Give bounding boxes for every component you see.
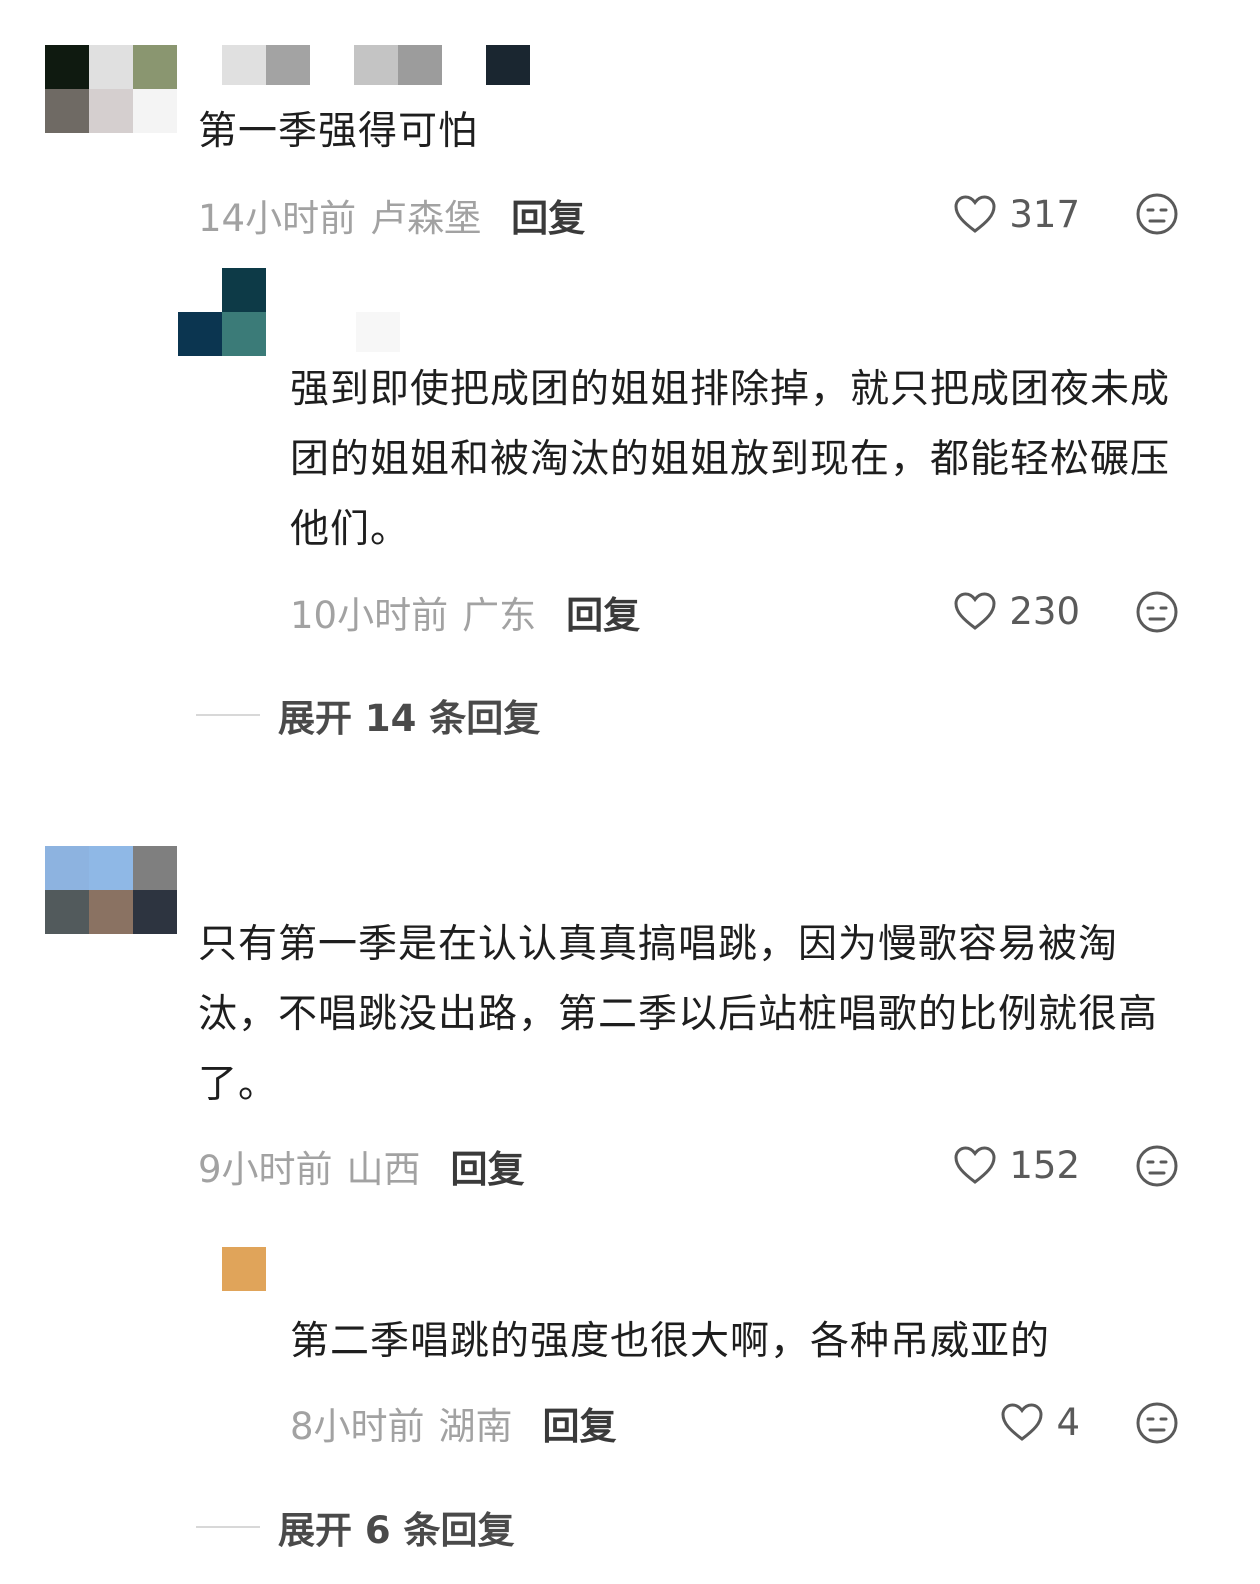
like-button[interactable]: 230 [940, 586, 1080, 636]
like-count: 4 [1056, 1400, 1080, 1444]
like-button[interactable]: 152 [940, 1140, 1080, 1190]
comment-text: 第二季唱跳的强度也很大啊，各种吊威亚的 [290, 1319, 1051, 1364]
name-pixel [486, 45, 530, 85]
comment-meta: 10小时前 广东 回复 [290, 587, 640, 637]
heart-icon [1001, 1403, 1043, 1441]
divider-line [196, 714, 260, 716]
avatar-pixel [45, 89, 89, 133]
name-pixel [398, 45, 442, 85]
comment-location: 山西 [346, 1148, 421, 1191]
avatar[interactable] [45, 846, 177, 934]
avatar-pixel [133, 890, 177, 934]
name-pixel [310, 45, 354, 85]
dislike-button[interactable] [1135, 590, 1179, 638]
comment-text: 只有第一季是在认认真真搞唱跳，因为慢歌容易被淘汰，不唱跳没出路，第二季以后站桩唱… [198, 922, 1159, 1107]
expand-label: 展开 14 条回复 [278, 697, 541, 740]
comment-time: 8小时前 [290, 1405, 425, 1448]
reply-button[interactable]: 回复 [451, 1139, 525, 1193]
unhappy-face-icon [1136, 1402, 1178, 1444]
name-pixel [222, 45, 266, 85]
name-pixel [354, 45, 398, 85]
reply-button[interactable]: 回复 [566, 585, 640, 639]
like-button[interactable]: 317 [940, 189, 1080, 239]
dislike-button[interactable] [1135, 1144, 1179, 1192]
expand-replies-button[interactable]: 展开 6 条回复 [196, 1502, 515, 1552]
avatar-pixel [89, 846, 133, 890]
like-count: 152 [1009, 1143, 1080, 1187]
comment-meta: 14小时前 卢森堡 回复 [198, 190, 585, 240]
dislike-button[interactable] [1135, 192, 1179, 240]
comment-meta: 9小时前 山西 回复 [198, 1141, 525, 1191]
unhappy-face-icon [1136, 193, 1178, 235]
avatar-pixel [222, 312, 266, 356]
avatar-pixel [133, 89, 177, 133]
avatar-pixel [178, 268, 222, 312]
avatar[interactable] [222, 1247, 266, 1291]
name-pixel [266, 45, 310, 85]
comment-text: 第一季强得可怕 [198, 109, 479, 154]
heart-icon [954, 1146, 996, 1184]
like-count: 230 [1009, 589, 1080, 633]
comment-time: 10小时前 [290, 594, 449, 637]
avatar-pixel [45, 45, 89, 89]
avatar-pixel [89, 45, 133, 89]
unhappy-face-icon [1136, 1145, 1178, 1187]
comment-time: 9小时前 [198, 1148, 333, 1191]
unhappy-face-icon [1136, 591, 1178, 633]
avatar-pixel [222, 268, 266, 312]
heart-icon [954, 195, 996, 233]
avatar-pixel [89, 89, 133, 133]
name-pixel [442, 45, 486, 85]
reply-button[interactable]: 回复 [543, 1396, 617, 1450]
like-button[interactable]: 4 [940, 1397, 1080, 1447]
expand-replies-button[interactable]: 展开 14 条回复 [196, 690, 540, 740]
dislike-button[interactable] [1135, 1401, 1179, 1449]
heart-icon [954, 592, 996, 630]
avatar-pixel [133, 846, 177, 890]
comment-location: 卢森堡 [370, 197, 482, 240]
reply-button[interactable]: 回复 [511, 188, 585, 242]
avatar[interactable] [45, 45, 177, 133]
username-blurred[interactable] [222, 45, 530, 85]
comment-location: 湖南 [438, 1405, 513, 1448]
comment-location: 广东 [462, 594, 537, 637]
avatar-pixel [133, 45, 177, 89]
comment-meta: 8小时前 湖南 回复 [290, 1398, 617, 1448]
avatar-pixel [89, 890, 133, 934]
like-count: 317 [1009, 192, 1080, 236]
avatar-pixel [45, 846, 89, 890]
avatar-pixel [178, 312, 222, 356]
avatar-pixel [45, 890, 89, 934]
comment-time: 14小时前 [198, 197, 357, 240]
avatar-pixel [222, 1247, 266, 1291]
name-pixel [356, 312, 400, 352]
divider-line [196, 1526, 260, 1528]
avatar[interactable] [178, 268, 266, 356]
username-blurred[interactable] [356, 312, 400, 352]
expand-label: 展开 6 条回复 [278, 1509, 515, 1552]
comment-text: 强到即使把成团的姐姐排除掉，就只把成团夜未成团的姐姐和被淘汰的姐姐放到现在，都能… [290, 367, 1171, 552]
